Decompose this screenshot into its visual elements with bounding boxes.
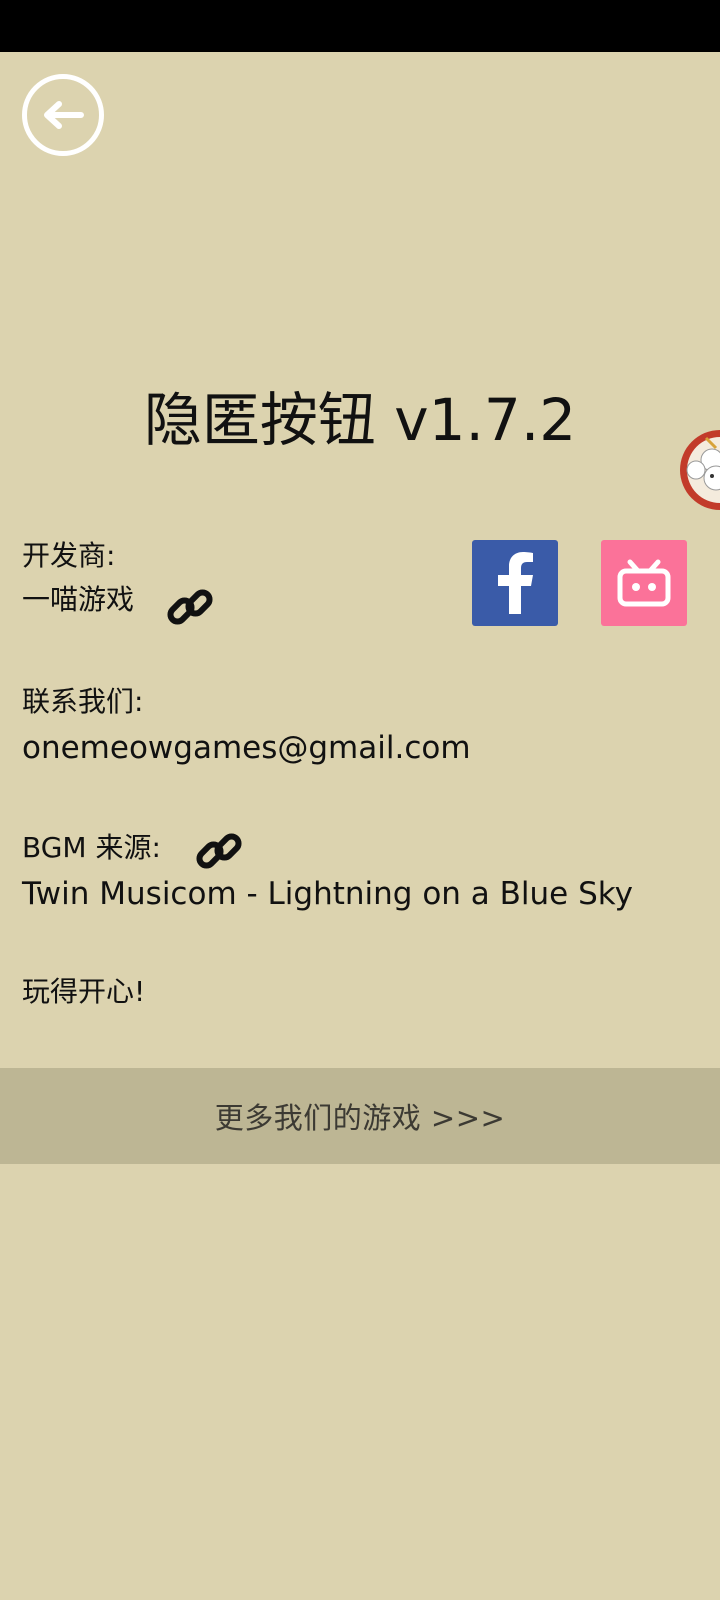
facebook-icon — [498, 552, 533, 614]
contact-label: 联系我们: — [22, 685, 144, 718]
bilibili-button[interactable] — [601, 540, 687, 626]
bgm-link-icon[interactable] — [194, 826, 244, 876]
closing-message: 玩得开心! — [22, 975, 146, 1008]
back-button[interactable] — [22, 74, 104, 156]
bgm-label: BGM 来源: — [22, 831, 161, 864]
developer-name: 一喵游戏 — [22, 583, 135, 616]
contact-email: onemeowgames@gmail.com — [22, 730, 471, 766]
developer-link-icon[interactable] — [165, 582, 215, 632]
status-bar — [0, 0, 720, 52]
more-games-button[interactable]: 更多我们的游戏 >>> — [0, 1068, 720, 1164]
floating-mascot-icon[interactable] — [676, 426, 720, 512]
back-arrow-icon — [44, 101, 84, 129]
app-title: 隐匿按钮 v1.7.2 — [143, 386, 577, 454]
more-games-label: 更多我们的游戏 >>> — [214, 1101, 506, 1135]
developer-label: 开发商: — [22, 539, 116, 572]
bilibili-icon — [617, 559, 671, 607]
bgm-track: Twin Musicom - Lightning on a Blue Sky — [22, 876, 633, 912]
facebook-button[interactable] — [472, 540, 558, 626]
